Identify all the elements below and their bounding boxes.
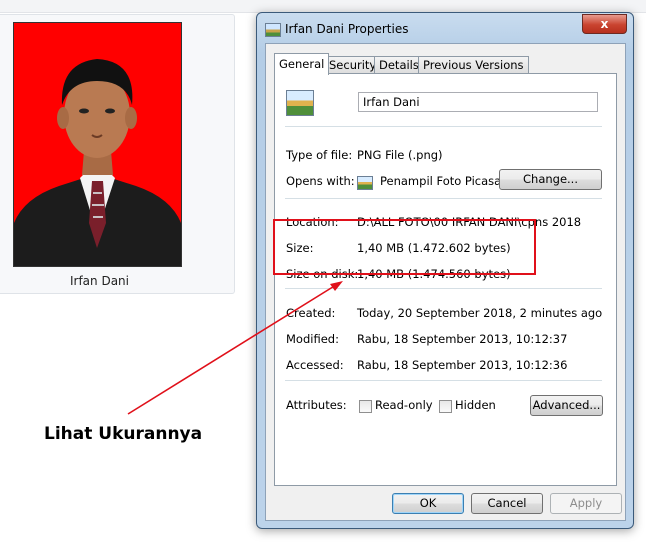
annotation-text: Lihat Ukurannya bbox=[44, 424, 203, 444]
tab-general[interactable]: General bbox=[274, 53, 330, 75]
annotation-arrow bbox=[127, 281, 343, 415]
